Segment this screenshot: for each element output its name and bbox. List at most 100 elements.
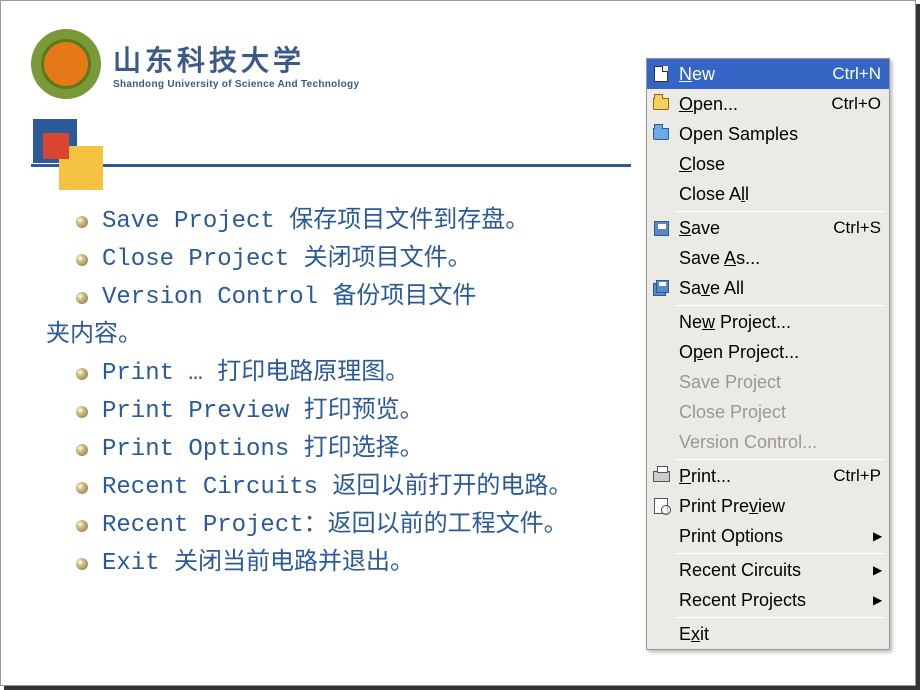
menu-shortcut: Ctrl+N: [832, 64, 889, 84]
blank-icon: [647, 367, 675, 397]
content-item-text: Print Options 打印选择。: [102, 434, 621, 466]
blank-icon: [647, 243, 675, 273]
ic-saveall-icon: [647, 273, 675, 303]
menu-item-label: Open Project...: [675, 342, 889, 363]
blank-icon: [647, 337, 675, 367]
blank-icon: [647, 149, 675, 179]
blank-icon: [647, 427, 675, 457]
menu-item-save-project: Save Project: [647, 367, 889, 397]
content-item: Close Project 关闭项目文件。: [76, 244, 621, 276]
content-item-text: Save Project 保存项目文件到存盘。: [102, 206, 621, 238]
menu-item-label: Version Control...: [675, 432, 889, 453]
submenu-arrow-icon: ▶: [873, 593, 889, 607]
menu-item-exit[interactable]: Exit: [647, 619, 889, 649]
menu-item-version-control: Version Control...: [647, 427, 889, 457]
university-name-cn: 山东科技大学: [113, 39, 359, 79]
content-item-text: Print Preview 打印预览。: [102, 396, 621, 428]
bullet-icon: [76, 558, 88, 570]
content-item-text: Close Project 关闭项目文件。: [102, 244, 621, 276]
content-item-text: Version Control 备份项目文件: [102, 282, 621, 314]
menu-item-label: Print Preview: [675, 496, 889, 517]
menu-item-close-all[interactable]: Close All: [647, 179, 889, 209]
content-item-text: Exit 关闭当前电路并退出。: [102, 548, 621, 580]
content-item-wrap: 夹内容。: [46, 320, 621, 352]
content-item: Version Control 备份项目文件: [76, 282, 621, 314]
bullet-icon: [76, 292, 88, 304]
menu-item-label: Print...: [675, 466, 833, 487]
deco-square-red: [43, 133, 69, 159]
menu-item-label: Close Project: [675, 402, 889, 423]
menu-item-label: Save All: [675, 278, 889, 299]
content-item: Print Preview 打印预览。: [76, 396, 621, 428]
menu-item-new[interactable]: NewCtrl+N: [647, 59, 889, 89]
content-item: Print Options 打印选择。: [76, 434, 621, 466]
menu-item-label: Save As...: [675, 248, 889, 269]
content-item: Print … 打印电路原理图。: [76, 358, 621, 390]
ic-preview-icon: [647, 491, 675, 521]
menu-item-print-options[interactable]: Print Options▶: [647, 521, 889, 551]
menu-item-open[interactable]: Open...Ctrl+O: [647, 89, 889, 119]
menu-item-label: Recent Circuits: [675, 560, 873, 581]
menu-item-open-project[interactable]: Open Project...: [647, 337, 889, 367]
menu-item-print-preview[interactable]: Print Preview: [647, 491, 889, 521]
menu-shortcut: Ctrl+S: [833, 218, 889, 238]
content-item: Save Project 保存项目文件到存盘。: [76, 206, 621, 238]
deco-hline: [31, 164, 631, 167]
menu-item-save-all[interactable]: Save All: [647, 273, 889, 303]
content-item: Recent Project：返回以前的工程文件。: [76, 510, 621, 542]
ic-open-blue-icon: [647, 119, 675, 149]
content-item-text: Print … 打印电路原理图。: [102, 358, 621, 390]
menu-item-close[interactable]: Close: [647, 149, 889, 179]
menu-item-recent-projects[interactable]: Recent Projects▶: [647, 585, 889, 615]
blank-icon: [647, 307, 675, 337]
menu-item-label: Recent Projects: [675, 590, 873, 611]
menu-item-open-samples[interactable]: Open Samples: [647, 119, 889, 149]
menu-item-label: Save: [675, 218, 833, 239]
bullet-icon: [76, 216, 88, 228]
blank-icon: [647, 585, 675, 615]
menu-shortcut: Ctrl+P: [833, 466, 889, 486]
menu-item-label: Exit: [675, 624, 889, 645]
submenu-arrow-icon: ▶: [873, 563, 889, 577]
content-item: Recent Circuits 返回以前打开的电路。: [76, 472, 621, 504]
blank-icon: [647, 619, 675, 649]
bullet-icon: [76, 482, 88, 494]
menu-item-close-project: Close Project: [647, 397, 889, 427]
file-menu: NewCtrl+NOpen...Ctrl+OOpen SamplesCloseC…: [646, 58, 890, 650]
menu-item-save-as[interactable]: Save As...: [647, 243, 889, 273]
bullet-icon: [76, 254, 88, 266]
menu-item-recent-circuits[interactable]: Recent Circuits▶: [647, 555, 889, 585]
ic-new-icon: [647, 59, 675, 89]
content-item: Exit 关闭当前电路并退出。: [76, 548, 621, 580]
menu-item-label: Open Samples: [675, 124, 889, 145]
slide: 山东科技大学 Shandong University of Science An…: [0, 0, 916, 686]
university-emblem-icon: [31, 29, 101, 99]
menu-item-print[interactable]: Print...Ctrl+P: [647, 461, 889, 491]
logo-area: 山东科技大学 Shandong University of Science An…: [31, 29, 359, 99]
menu-item-save[interactable]: SaveCtrl+S: [647, 213, 889, 243]
university-name-en: Shandong University of Science And Techn…: [113, 79, 359, 90]
content-item-text: Recent Project：返回以前的工程文件。: [102, 510, 621, 542]
bullet-icon: [76, 406, 88, 418]
bullet-icon: [76, 368, 88, 380]
menu-item-label: Print Options: [675, 526, 873, 547]
blank-icon: [647, 179, 675, 209]
ic-save-icon: [647, 213, 675, 243]
blank-icon: [647, 555, 675, 585]
menu-item-label: Save Project: [675, 372, 889, 393]
menu-item-label: New: [675, 64, 832, 85]
bullet-icon: [76, 444, 88, 456]
menu-item-label: Close All: [675, 184, 889, 205]
menu-item-label: Open...: [675, 94, 831, 115]
menu-item-label: Close: [675, 154, 889, 175]
ic-open-icon: [647, 89, 675, 119]
menu-item-label: New Project...: [675, 312, 889, 333]
content-list: Save Project 保存项目文件到存盘。 Close Project 关闭项…: [76, 206, 621, 586]
menu-shortcut: Ctrl+O: [831, 94, 889, 114]
content-item-text: Recent Circuits 返回以前打开的电路。: [102, 472, 621, 504]
bullet-icon: [76, 520, 88, 532]
blank-icon: [647, 521, 675, 551]
ic-print-icon: [647, 461, 675, 491]
blank-icon: [647, 397, 675, 427]
menu-item-new-project[interactable]: New Project...: [647, 307, 889, 337]
